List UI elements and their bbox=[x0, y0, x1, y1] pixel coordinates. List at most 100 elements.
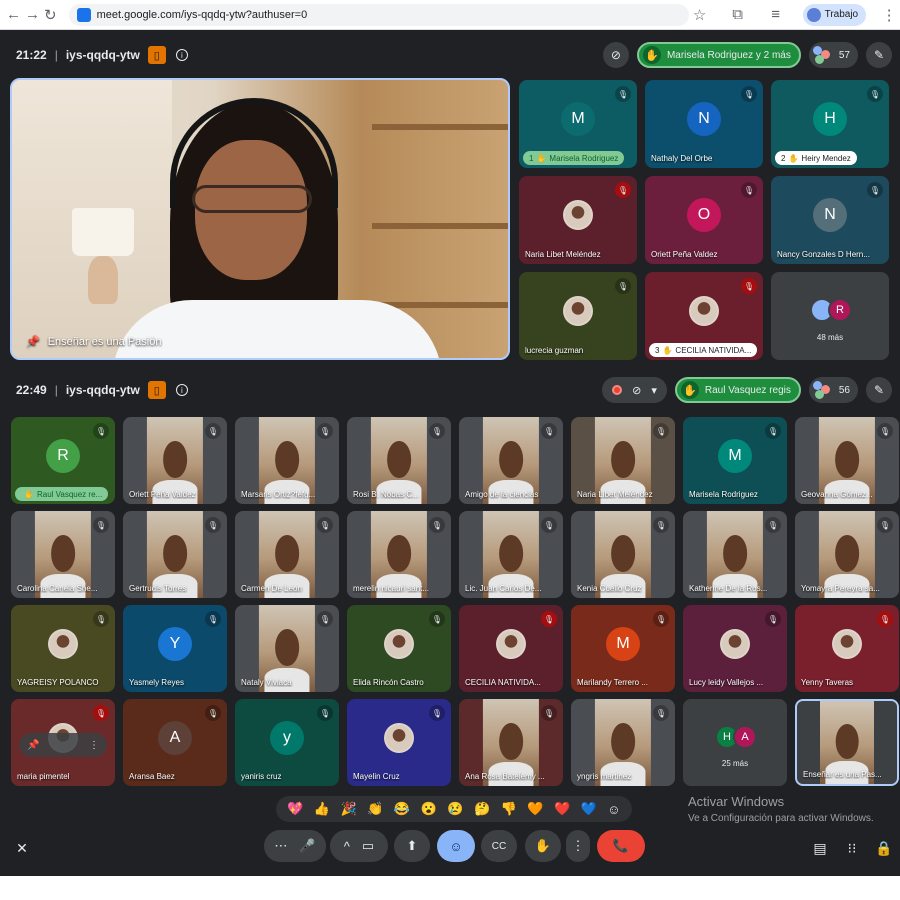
pin-icon[interactable]: 📌 bbox=[26, 335, 40, 348]
mic-off-icon: 🎙 bbox=[867, 182, 883, 198]
participant-tile[interactable]: M 🎙 Marilandy Terrero ... bbox=[571, 605, 675, 692]
host-tools-icon[interactable]: ✎ bbox=[866, 42, 892, 68]
mic-button[interactable]: ⋯ 🎤 bbox=[264, 830, 326, 862]
reaction-emoji[interactable]: ❤️ bbox=[554, 801, 570, 817]
reaction-emoji[interactable]: 🎉 bbox=[341, 801, 357, 817]
pin-icon[interactable]: 📌 bbox=[27, 740, 39, 751]
captions-button[interactable]: CC bbox=[481, 830, 517, 862]
participant-tile[interactable]: 🎙 Oriett Peña Valdez bbox=[123, 417, 227, 504]
reaction-emoji[interactable]: 👎 bbox=[501, 801, 517, 817]
participant-tile[interactable]: 🎙 Rosi B. Nobas C... bbox=[347, 417, 451, 504]
info-icon[interactable]: i bbox=[175, 384, 188, 396]
participant-tile[interactable]: 🎙 📌 ⋮ maria pimentel bbox=[11, 699, 115, 786]
more-options-button[interactable]: ⋮ bbox=[566, 830, 590, 862]
participant-tile[interactable]: N 🎙 Nancy Gonzales D Hern... bbox=[771, 176, 889, 264]
participant-tile[interactable]: 🎙 Yomayra Pereyra sa... bbox=[795, 511, 899, 598]
reaction-emoji[interactable]: ☺ bbox=[607, 802, 620, 817]
breakout-door-icon[interactable]: ▯ bbox=[147, 381, 166, 399]
participant-tile[interactable]: N 🎙 Nathaly Del Orbe bbox=[645, 80, 763, 168]
participant-tile[interactable]: 🎙 Nataly Viviaca bbox=[235, 605, 339, 692]
participant-name: Naria Libet Meléndez bbox=[525, 250, 601, 259]
participant-tile[interactable]: 🎙 Katherine De la Ros... bbox=[683, 511, 787, 598]
raised-hands-pill[interactable]: ✋ Marisela Rodriguez y 2 más bbox=[636, 42, 801, 68]
activities-icon[interactable]: ⁝⁝ bbox=[840, 836, 864, 860]
profile-chip[interactable]: Trabajo bbox=[802, 3, 867, 26]
host-controls-lock-icon[interactable]: 🔒 bbox=[872, 836, 896, 860]
meeting-b-code: iys-qqdq-ytw bbox=[65, 383, 140, 397]
reaction-emoji[interactable]: 🤔 bbox=[474, 801, 490, 817]
participant-tile[interactable]: 🎙 Geovanna Gómez... bbox=[795, 417, 899, 504]
back-icon[interactable]: ← bbox=[6, 4, 21, 26]
reaction-emoji[interactable]: 💙 bbox=[581, 801, 597, 817]
participant-tile[interactable]: Enseñar es una Pas... bbox=[795, 699, 899, 786]
participant-tile[interactable]: M 🎙 Marisela Rodriguez bbox=[683, 417, 787, 504]
recording-menu[interactable]: ⊘ ▾ bbox=[602, 377, 667, 403]
reaction-emoji[interactable]: 😮 bbox=[421, 801, 437, 817]
participant-name: yaniris cruz bbox=[241, 772, 282, 781]
participant-name: lucrecia guzman bbox=[525, 346, 584, 355]
participant-tile[interactable]: 🎙 3 ✋ CECILIA NATIVIDA... bbox=[645, 272, 763, 360]
participants-button[interactable]: 56 bbox=[808, 377, 858, 403]
reaction-emoji[interactable]: 💖 bbox=[287, 801, 303, 817]
effects-off-icon[interactable]: ✕ bbox=[10, 836, 34, 860]
participant-tile[interactable]: 🎙 Carolina Canela She... bbox=[11, 511, 115, 598]
host-tools-icon[interactable]: ✎ bbox=[866, 377, 892, 403]
more-participants-tile[interactable]: H A 25 más bbox=[683, 699, 787, 786]
participant-tile[interactable]: R 🎙 ✋ Raul Vasquez re... bbox=[11, 417, 115, 504]
participant-tile[interactable]: A 🎙 Aransa Baez bbox=[123, 699, 227, 786]
bookmark-star-icon[interactable]: ☆ bbox=[689, 4, 711, 26]
participant-tile[interactable]: 🎙 lucrecia guzman bbox=[519, 272, 637, 360]
info-icon[interactable]: i bbox=[175, 49, 188, 61]
forward-icon[interactable]: → bbox=[25, 4, 40, 26]
reaction-emoji[interactable]: 😂 bbox=[394, 801, 410, 817]
participant-tile[interactable]: 🎙 Yenny Taveras bbox=[795, 605, 899, 692]
participant-tile[interactable]: 🎙 Carmen De Leon bbox=[235, 511, 339, 598]
participant-tile[interactable]: Y 🎙 Yasmely Reyes bbox=[123, 605, 227, 692]
camera-button[interactable]: ^ ▭ bbox=[330, 830, 388, 862]
participant-tile[interactable]: 🎙 CECILIA NATIVIDA... bbox=[459, 605, 563, 692]
participant-tile[interactable]: 🎙 Naria Libet Meléndez bbox=[519, 176, 637, 264]
reaction-emoji[interactable]: 👍 bbox=[314, 801, 330, 817]
participant-tile[interactable]: 🎙 Mayelin Cruz bbox=[347, 699, 451, 786]
participant-tile[interactable]: 🎙 Marsaris Ortiz?fefg... bbox=[235, 417, 339, 504]
participant-tile[interactable]: y 🎙 yaniris cruz bbox=[235, 699, 339, 786]
participant-tile[interactable]: O 🎙 Oriett Peña Valdez bbox=[645, 176, 763, 264]
participant-tile[interactable]: 🎙 merelin nicauri sant... bbox=[347, 511, 451, 598]
participant-tile[interactable]: 🎙 Lucy leidy Vallejos ... bbox=[683, 605, 787, 692]
browser-menu-icon[interactable]: ⋮ bbox=[878, 4, 900, 26]
more-participants-tile[interactable]: R 48 más bbox=[771, 272, 889, 360]
mic-off-icon: 🎙 bbox=[765, 517, 781, 533]
mic-off-icon: 🎙 bbox=[541, 705, 557, 721]
emoji-reactions-button[interactable]: ☺ bbox=[437, 830, 475, 862]
raised-hands-pill[interactable]: ✋ Raul Vasquez regis bbox=[674, 377, 801, 403]
reaction-emoji[interactable]: 🧡 bbox=[527, 801, 543, 817]
reaction-emoji[interactable]: 👏 bbox=[367, 801, 383, 817]
leave-call-button[interactable]: 📞 bbox=[597, 830, 645, 862]
reload-icon[interactable]: ↻ bbox=[44, 4, 57, 26]
participant-tile[interactable]: 🎙 Amigo de la ciencias bbox=[459, 417, 563, 504]
chat-icon[interactable]: ▤ bbox=[808, 836, 832, 860]
participant-tile[interactable]: 🎙 yngris martinez bbox=[571, 699, 675, 786]
camera-off-icon[interactable]: ⊘ bbox=[602, 42, 629, 68]
address-bar[interactable]: meet.google.com/iys-qqdq-ytw?authuser=0 bbox=[68, 3, 689, 26]
presenter-tile[interactable]: 📌 Enseñar es una Pasión bbox=[10, 78, 510, 360]
participant-tile[interactable]: 🎙 Naria Libet Meléndez bbox=[571, 417, 675, 504]
more-vert-icon[interactable]: ⋮ bbox=[89, 740, 99, 751]
participant-tile[interactable]: 🎙 Elida Rincón Castro bbox=[347, 605, 451, 692]
present-screen-button[interactable]: ⬆ bbox=[394, 830, 430, 862]
participant-tile[interactable]: 🎙 YAGREISY POLANCO bbox=[11, 605, 115, 692]
extensions-icon[interactable]: ⧉ bbox=[727, 4, 749, 26]
participant-tile[interactable]: 🎙 Ana Rosa Batelemy ... bbox=[459, 699, 563, 786]
reaction-emoji[interactable]: 😢 bbox=[447, 801, 463, 817]
media-control-icon[interactable]: ≡ bbox=[765, 4, 787, 26]
participant-tile[interactable]: M 🎙 1 ✋ Marisela Rodriguez bbox=[519, 80, 637, 168]
participant-tile[interactable]: H 🎙 2 ✋ Heiry Mendez bbox=[771, 80, 889, 168]
participant-tile[interactable]: 🎙 Gertrudis Torres bbox=[123, 511, 227, 598]
participants-button[interactable]: 57 bbox=[808, 42, 858, 68]
participant-tile[interactable]: 🎙 Kenia Cuello Cruz bbox=[571, 511, 675, 598]
raise-hand-button[interactable]: ✋ bbox=[525, 830, 561, 862]
breakout-door-icon[interactable]: ▯ bbox=[147, 46, 166, 64]
site-info-icon[interactable] bbox=[76, 7, 91, 22]
participant-tile[interactable]: 🎙 Lic. Juan Carlos De... bbox=[459, 511, 563, 598]
participant-name: Oriett Peña Valdez bbox=[129, 490, 196, 499]
